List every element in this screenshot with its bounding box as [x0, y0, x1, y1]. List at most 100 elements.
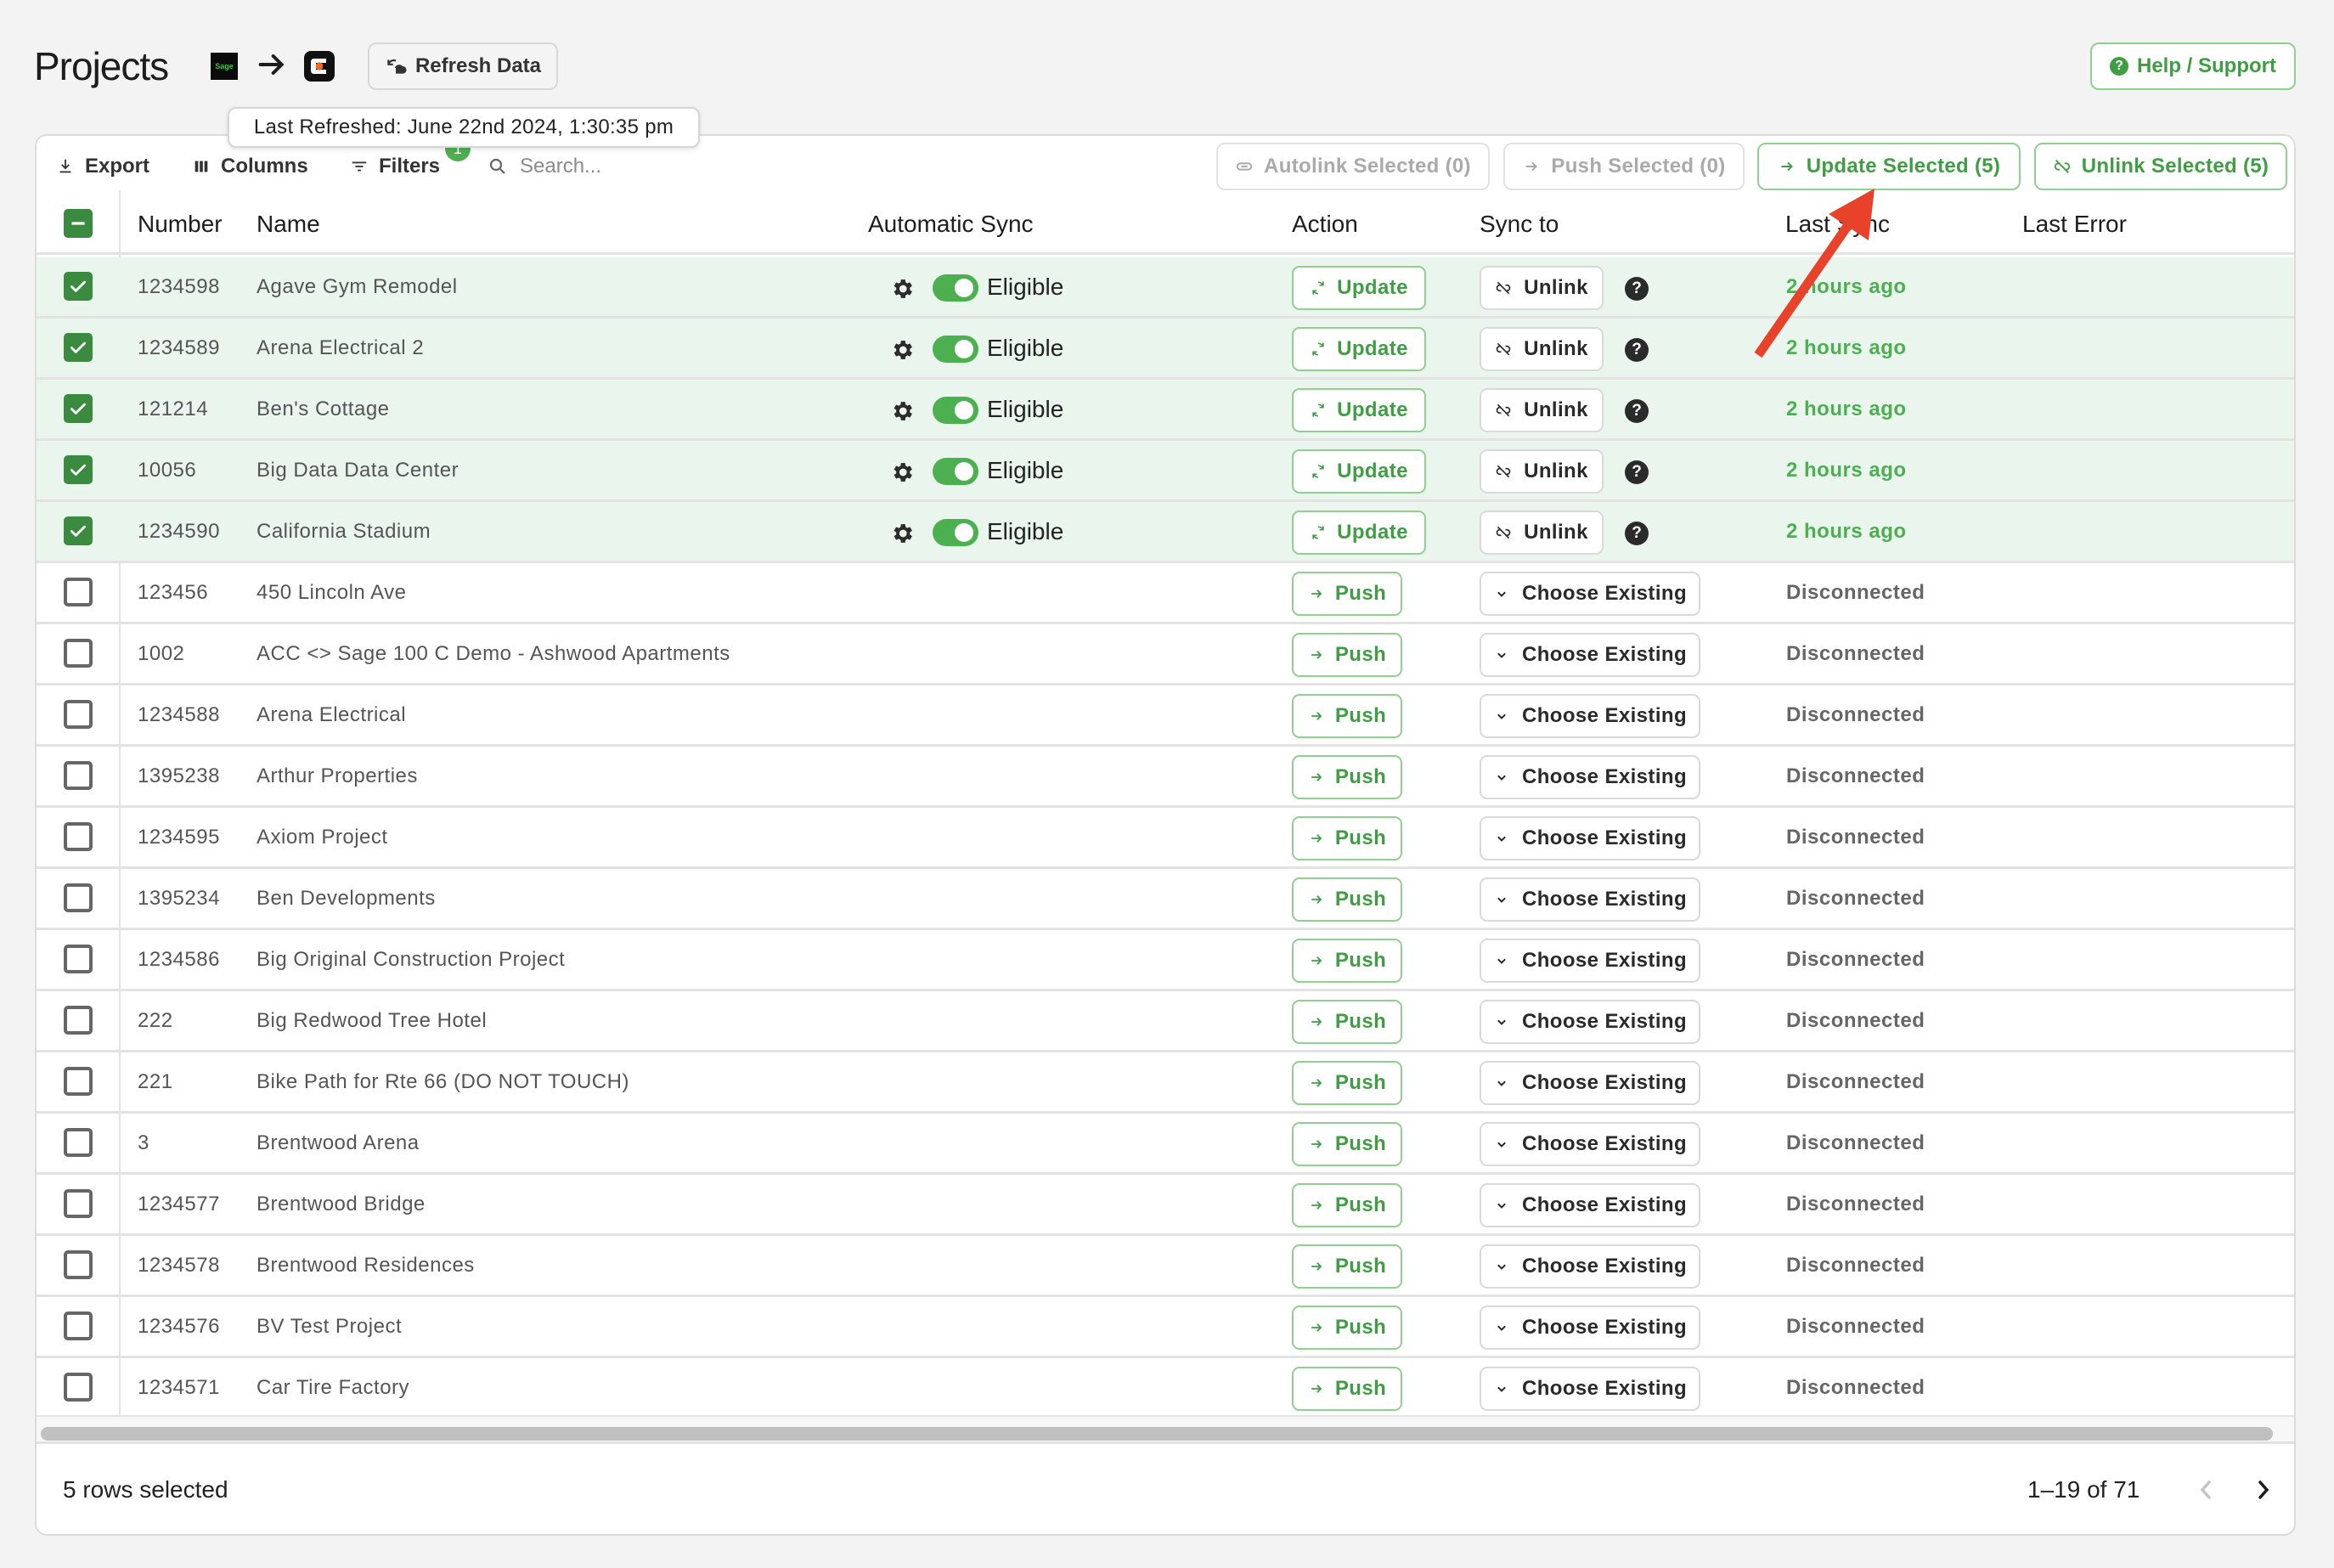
table-row[interactable]: 1234588 Arena Electrical Push Choose Existi…: [37, 685, 2294, 747]
previous-page-button[interactable]: [2193, 1473, 2218, 1507]
row-checkbox[interactable]: [64, 516, 93, 545]
table-row[interactable]: 1234598 Agave Gym Remodel Eligible Update Un…: [37, 257, 2294, 319]
auto-sync-toggle[interactable]: [933, 274, 978, 302]
table-row[interactable]: 123456 450 Lincoln Ave Push Choose Existing…: [37, 563, 2294, 624]
push-button[interactable]: Push: [1292, 755, 1402, 799]
row-checkbox[interactable]: [64, 1189, 93, 1218]
choose-existing-dropdown[interactable]: Choose Existing: [1480, 877, 1700, 922]
help-circle-icon[interactable]: ?: [1625, 338, 1649, 362]
update-selected-button[interactable]: Update Selected (5): [1757, 143, 2021, 190]
table-row[interactable]: 1234571 Car Tire Factory Push Choose Existi…: [37, 1358, 2294, 1419]
row-checkbox[interactable]: [64, 639, 93, 668]
push-button[interactable]: Push: [1292, 816, 1402, 860]
table-row[interactable]: 121214 Ben's Cottage Eligible Update Unlink?…: [37, 380, 2294, 441]
push-button[interactable]: Push: [1292, 1306, 1402, 1350]
table-row[interactable]: 1234578 Brentwood Residences Push Choose Ex…: [37, 1236, 2294, 1297]
auto-sync-toggle[interactable]: [933, 397, 978, 424]
horizontal-scrollbar-thumb[interactable]: [41, 1427, 2273, 1441]
update-button[interactable]: Update: [1292, 510, 1426, 555]
column-header-last-error[interactable]: Last Error: [2022, 194, 2127, 255]
auto-sync-toggle[interactable]: [933, 336, 978, 363]
table-row[interactable]: 1395234 Ben Developments Push Choose Existi…: [37, 869, 2294, 930]
update-button[interactable]: Update: [1292, 449, 1426, 494]
table-row[interactable]: 1002 ACC <> Sage 100 C Demo - Ashwood Apa…: [37, 624, 2294, 685]
unlink-button[interactable]: Unlink: [1480, 510, 1604, 555]
row-checkbox[interactable]: [64, 455, 93, 484]
next-page-button[interactable]: [2251, 1473, 2276, 1507]
table-row[interactable]: 1234595 Axiom Project Push Choose Existing D…: [37, 808, 2294, 869]
push-button[interactable]: Push: [1292, 1122, 1402, 1166]
row-checkbox[interactable]: [64, 1006, 93, 1035]
choose-existing-dropdown[interactable]: Choose Existing: [1480, 755, 1700, 799]
table-row[interactable]: 1234586 Big Original Construction Project…: [37, 930, 2294, 991]
auto-sync-toggle[interactable]: [933, 519, 978, 546]
refresh-data-button[interactable]: Refresh Data: [368, 42, 558, 90]
choose-existing-dropdown[interactable]: Choose Existing: [1480, 633, 1700, 677]
row-checkbox[interactable]: [64, 1067, 93, 1096]
push-selected-button[interactable]: Push Selected (0): [1503, 143, 1745, 190]
row-checkbox[interactable]: [64, 945, 93, 973]
unlink-button[interactable]: Unlink: [1480, 327, 1604, 371]
unlink-button[interactable]: Unlink: [1480, 266, 1604, 310]
update-button[interactable]: Update: [1292, 327, 1426, 371]
choose-existing-dropdown[interactable]: Choose Existing: [1480, 1183, 1700, 1227]
column-header-last-sync[interactable]: Last Sync: [1785, 194, 1890, 255]
row-checkbox[interactable]: [64, 333, 93, 362]
push-button[interactable]: Push: [1292, 1183, 1402, 1227]
auto-sync-toggle[interactable]: [933, 458, 978, 485]
row-checkbox[interactable]: [64, 1373, 93, 1402]
push-button[interactable]: Push: [1292, 1061, 1402, 1105]
search-field[interactable]: [488, 149, 775, 183]
column-header-action[interactable]: Action: [1292, 194, 1358, 255]
table-row[interactable]: 3 Brentwood Arena Push Choose Existing Disco…: [37, 1114, 2294, 1175]
push-button[interactable]: Push: [1292, 877, 1402, 922]
update-button[interactable]: Update: [1292, 266, 1426, 310]
filters-button[interactable]: Filters: [350, 149, 440, 183]
help-circle-icon[interactable]: ?: [1625, 277, 1649, 301]
help-circle-icon[interactable]: ?: [1625, 399, 1649, 423]
row-checkbox[interactable]: [64, 822, 93, 851]
row-checkbox[interactable]: [64, 578, 93, 606]
choose-existing-dropdown[interactable]: Choose Existing: [1480, 816, 1700, 860]
row-checkbox[interactable]: [64, 700, 93, 729]
table-row[interactable]: 221 Bike Path for Rte 66 (DO NOT TOUCH) Pu…: [37, 1052, 2294, 1114]
choose-existing-dropdown[interactable]: Choose Existing: [1480, 1000, 1700, 1044]
push-button[interactable]: Push: [1292, 1000, 1402, 1044]
table-row[interactable]: 1234590 California Stadium Eligible Update U…: [37, 502, 2294, 563]
columns-button[interactable]: Columns: [192, 149, 308, 183]
choose-existing-dropdown[interactable]: Choose Existing: [1480, 1061, 1700, 1105]
choose-existing-dropdown[interactable]: Choose Existing: [1480, 939, 1700, 983]
choose-existing-dropdown[interactable]: Choose Existing: [1480, 1122, 1700, 1166]
gear-icon[interactable]: [889, 398, 915, 424]
select-all-checkbox[interactable]: [64, 209, 93, 238]
row-checkbox[interactable]: [64, 1250, 93, 1279]
choose-existing-dropdown[interactable]: Choose Existing: [1480, 1244, 1700, 1289]
choose-existing-dropdown[interactable]: Choose Existing: [1480, 694, 1700, 738]
column-header-number[interactable]: Number: [138, 194, 223, 255]
help-support-button[interactable]: ? Help / Support: [2090, 42, 2296, 90]
row-checkbox[interactable]: [64, 1311, 93, 1340]
unlink-selected-button[interactable]: Unlink Selected (5): [2034, 143, 2287, 190]
row-checkbox[interactable]: [64, 272, 93, 301]
push-button[interactable]: Push: [1292, 939, 1402, 983]
gear-icon[interactable]: [889, 337, 915, 363]
row-checkbox[interactable]: [64, 394, 93, 423]
choose-existing-dropdown[interactable]: Choose Existing: [1480, 1367, 1700, 1411]
push-button[interactable]: Push: [1292, 633, 1402, 677]
choose-existing-dropdown[interactable]: Choose Existing: [1480, 1306, 1700, 1350]
table-row[interactable]: 1234589 Arena Electrical 2 Eligible Update U…: [37, 319, 2294, 380]
column-header-name[interactable]: Name: [257, 194, 320, 255]
update-button[interactable]: Update: [1292, 388, 1426, 432]
unlink-button[interactable]: Unlink: [1480, 449, 1604, 494]
row-checkbox[interactable]: [64, 761, 93, 790]
help-circle-icon[interactable]: ?: [1625, 522, 1649, 545]
push-button[interactable]: Push: [1292, 572, 1402, 616]
table-row[interactable]: 1234577 Brentwood Bridge Push Choose Existi…: [37, 1175, 2294, 1236]
column-header-automatic-sync[interactable]: Automatic Sync: [868, 194, 1034, 255]
gear-icon[interactable]: [889, 460, 915, 485]
autolink-selected-button[interactable]: Autolink Selected (0): [1216, 143, 1490, 190]
unlink-button[interactable]: Unlink: [1480, 388, 1604, 432]
push-button[interactable]: Push: [1292, 1244, 1402, 1289]
push-button[interactable]: Push: [1292, 1367, 1402, 1411]
table-row[interactable]: 1234576 BV Test Project Push Choose Existin…: [37, 1297, 2294, 1358]
